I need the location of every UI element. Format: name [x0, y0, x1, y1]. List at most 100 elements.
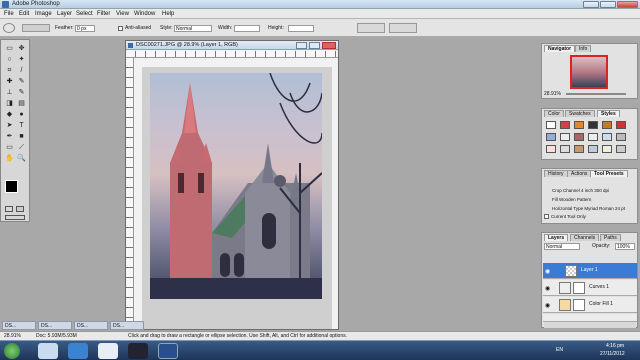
lasso-tool-icon[interactable]: ○ — [4, 55, 15, 64]
style-select[interactable]: Normal — [174, 25, 212, 32]
tab-navigator[interactable]: Navigator — [544, 45, 576, 52]
healing-brush-icon[interactable]: ✚ — [4, 77, 15, 86]
file-browser-tab[interactable] — [357, 23, 385, 33]
minimize-button[interactable] — [583, 1, 599, 8]
church-photo[interactable] — [150, 73, 322, 299]
eyedropper-icon[interactable]: ⟋ — [16, 143, 27, 152]
style-swatch[interactable] — [588, 133, 598, 141]
current-tool-only-checkbox[interactable] — [544, 214, 549, 219]
minimized-document[interactable]: DS... — [2, 321, 36, 330]
antialiased-checkbox[interactable] — [118, 26, 123, 31]
menu-view[interactable]: View — [116, 11, 129, 17]
tab-styles[interactable]: Styles — [597, 110, 620, 117]
style-swatch[interactable] — [616, 145, 626, 153]
layer-row[interactable]: ◉ Color Fill 1 — [543, 297, 637, 313]
minimized-document[interactable]: DS... — [38, 321, 72, 330]
notes-tool-icon[interactable]: ▭ — [4, 143, 15, 152]
style-swatch[interactable] — [602, 133, 612, 141]
layers-footer-buttons[interactable] — [544, 322, 636, 328]
style-swatch[interactable] — [574, 133, 584, 141]
dodge-tool-icon[interactable]: ● — [16, 110, 27, 119]
photoshop-taskbar-icon[interactable] — [158, 343, 178, 359]
marquee-tool-icon[interactable]: ▭ — [4, 44, 15, 53]
minimized-document[interactable]: DS... — [74, 321, 108, 330]
style-swatch[interactable] — [574, 121, 584, 129]
navigator-thumbnail[interactable] — [570, 55, 608, 89]
canvas-area[interactable] — [142, 67, 332, 329]
doc-minimize-button[interactable] — [296, 42, 307, 49]
opacity-input[interactable]: 100% — [615, 243, 635, 250]
tab-layers[interactable]: Layers — [544, 234, 569, 241]
style-swatch[interactable] — [588, 121, 598, 129]
feather-input[interactable]: 0 px — [75, 25, 95, 32]
style-swatch[interactable] — [560, 145, 570, 153]
eye-icon[interactable]: ◉ — [545, 285, 550, 292]
style-swatch[interactable] — [560, 133, 570, 141]
doc-maximize-button[interactable] — [309, 42, 320, 49]
style-swatch[interactable] — [546, 121, 556, 129]
style-swatch[interactable] — [602, 121, 612, 129]
close-button[interactable] — [617, 1, 638, 8]
magic-wand-icon[interactable]: ✦ — [16, 55, 27, 64]
layer-row[interactable]: ◉ Layer 1 — [543, 263, 637, 279]
blend-mode-select[interactable]: Normal — [544, 243, 580, 250]
file-explorer-icon[interactable] — [38, 343, 58, 359]
crop-tool-icon[interactable]: ⌗ — [4, 66, 15, 75]
preset-item[interactable]: Fill Wooden Pattern — [552, 197, 591, 202]
language-indicator[interactable]: EN — [556, 347, 563, 353]
type-tool-icon[interactable]: T — [16, 121, 27, 130]
hand-tool-icon[interactable]: ✋ — [4, 154, 15, 163]
internet-explorer-icon[interactable] — [68, 343, 88, 359]
menu-filter[interactable]: Filter — [97, 11, 110, 17]
standard-mode-icon[interactable] — [5, 206, 13, 212]
eye-icon[interactable]: ◉ — [545, 268, 550, 275]
tab-color[interactable]: Color — [544, 110, 564, 117]
pen-tool-icon[interactable]: ✒ — [4, 132, 15, 141]
gradient-tool-icon[interactable]: ▤ — [16, 99, 27, 108]
style-swatch[interactable] — [574, 145, 584, 153]
history-brush-icon[interactable]: ✎ — [16, 88, 27, 97]
elliptical-marquee-icon[interactable] — [3, 23, 15, 33]
menu-help[interactable]: Help — [162, 11, 174, 17]
eye-icon[interactable]: ◉ — [545, 302, 550, 309]
menu-window[interactable]: Window — [134, 11, 155, 17]
menu-file[interactable]: File — [4, 11, 14, 17]
style-swatch[interactable] — [560, 121, 570, 129]
tab-history[interactable]: History — [544, 170, 568, 177]
selection-mode-buttons[interactable] — [22, 24, 50, 32]
layer-row[interactable] — [543, 314, 637, 322]
tab-info[interactable]: Info — [575, 45, 592, 52]
preset-item[interactable]: Crop Channel 4 inch 300 dpi — [552, 188, 609, 193]
brush-tool-icon[interactable]: ✎ — [16, 77, 27, 86]
eraser-tool-icon[interactable]: ◨ — [4, 99, 15, 108]
screen-mode-icons[interactable] — [5, 215, 25, 220]
clone-stamp-icon[interactable]: ⊥ — [4, 88, 15, 97]
tab-swatches[interactable]: Swatches — [565, 110, 595, 117]
tab-tool-presets[interactable]: Tool Presets — [590, 170, 628, 177]
style-swatch[interactable] — [588, 145, 598, 153]
clock-time[interactable]: 4:16 pm — [606, 343, 624, 349]
start-button[interactable] — [4, 343, 20, 359]
brushes-tab[interactable] — [389, 23, 417, 33]
tab-paths[interactable]: Paths — [600, 234, 621, 241]
clock-date[interactable]: 27/11/2012 — [600, 351, 625, 357]
height-input[interactable] — [288, 25, 314, 32]
menu-image[interactable]: Image — [35, 11, 52, 17]
blur-tool-icon[interactable]: ◆ — [4, 110, 15, 119]
style-swatch[interactable] — [546, 145, 556, 153]
style-swatch[interactable] — [602, 145, 612, 153]
minimized-document[interactable]: DS... — [110, 321, 144, 330]
menu-layer[interactable]: Layer — [57, 11, 72, 17]
width-input[interactable] — [234, 25, 260, 32]
style-swatch[interactable] — [616, 133, 626, 141]
doc-close-button[interactable] — [322, 42, 336, 49]
tab-actions[interactable]: Actions — [567, 170, 592, 177]
maximize-button[interactable] — [600, 1, 616, 8]
style-swatch[interactable] — [616, 121, 626, 129]
menu-edit[interactable]: Edit — [19, 11, 29, 17]
shape-tool-icon[interactable]: ■ — [16, 132, 27, 141]
quick-mask-icon[interactable] — [16, 206, 24, 212]
layer-row[interactable]: ◉ Curves 1 — [543, 280, 637, 296]
zoom-tool-icon[interactable]: 🔍 — [16, 154, 27, 163]
chrome-icon[interactable] — [98, 343, 118, 359]
